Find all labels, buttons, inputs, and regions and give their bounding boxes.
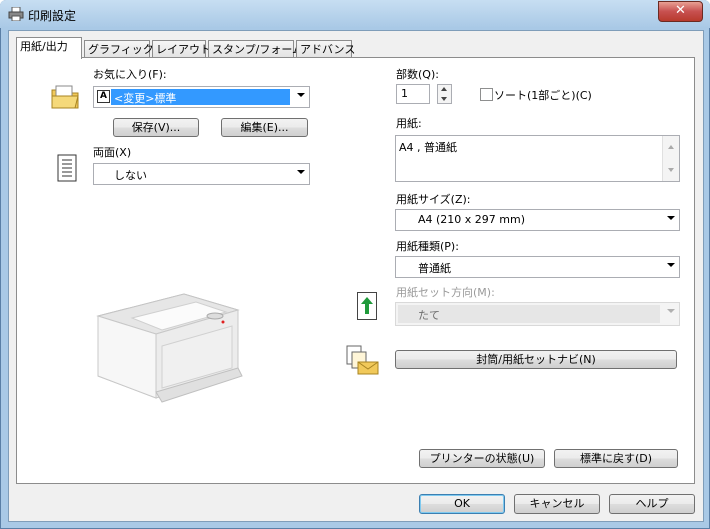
chevron-down-icon (297, 170, 305, 174)
tab-graphics[interactable]: グラフィックス (84, 40, 164, 57)
spin-up-icon[interactable] (441, 87, 447, 91)
copies-spinner[interactable] (437, 84, 452, 104)
duplex-value: しない (114, 169, 147, 182)
paper-summary-value: A4 , 普通紙 (399, 141, 458, 154)
folder-icon (50, 84, 80, 113)
paper-summary-label: 用紙: (396, 117, 422, 130)
chevron-down-icon (667, 263, 675, 267)
duplex-label: 両面(X) (93, 146, 132, 159)
close-button[interactable]: ✕ (658, 1, 703, 22)
up-arrow-icon (357, 292, 377, 320)
favorites-label: お気に入り(F): (93, 68, 167, 81)
title-bar (0, 0, 710, 28)
paper-type-value: 普通紙 (418, 262, 451, 275)
paper-size-value: A4 (210 x 297 mm) (418, 213, 526, 226)
envelope-nav-button[interactable]: 封筒/用紙セットナビ(N) (395, 350, 677, 369)
copies-input[interactable]: 1 (396, 84, 430, 104)
paper-orientation-dropdown: たて (395, 302, 680, 326)
save-button[interactable]: 保存(V)... (113, 118, 199, 137)
chevron-down-icon (297, 93, 305, 97)
favorites-dropdown[interactable]: A <変更>標準 (93, 86, 310, 108)
paper-summary-box: A4 , 普通紙 (395, 135, 680, 182)
help-button[interactable]: ヘルプ (609, 494, 695, 514)
scroll-up-icon[interactable] (668, 145, 674, 149)
copies-label: 部数(Q): (396, 68, 439, 81)
favorites-value: <変更>標準 (114, 92, 177, 105)
printer-illustration (92, 288, 244, 407)
collate-checkbox[interactable] (480, 88, 493, 101)
tab-advanced[interactable]: アドバンス (296, 40, 355, 57)
chevron-down-icon (667, 216, 675, 220)
paper-orientation-value: たて (418, 309, 440, 322)
tab-stamp-form[interactable]: スタンプ/フォーム (208, 40, 303, 57)
printer-status-button[interactable]: プリンターの状態(U) (419, 449, 545, 468)
edit-button[interactable]: 編集(E)... (221, 118, 308, 137)
printer-icon (8, 6, 24, 22)
paper-orientation-label: 用紙セット方向(M): (396, 286, 495, 299)
scroll-down-icon[interactable] (668, 168, 674, 172)
favorite-icon: A (97, 90, 110, 103)
duplex-dropdown[interactable]: しない (93, 163, 310, 185)
collate-label: ソート(1部ごと)(C) (494, 89, 592, 102)
duplex-icon (56, 154, 78, 185)
paper-size-dropdown[interactable]: A4 (210 x 297 mm) (395, 209, 680, 231)
spin-down-icon[interactable] (441, 97, 447, 101)
tab-paper-output[interactable]: 用紙/出力 (16, 37, 82, 59)
restore-defaults-button[interactable]: 標準に戻す(D) (554, 449, 678, 468)
tab-strip: 用紙/出力 グラフィックス レイアウト スタンプ/フォーム アドバンス (16, 37, 356, 59)
envelope-icon (346, 344, 380, 379)
cancel-button[interactable]: キャンセル (514, 494, 600, 514)
scrollbar[interactable] (662, 136, 679, 181)
paper-type-label: 用紙種類(P): (396, 240, 459, 253)
paper-size-label: 用紙サイズ(Z): (396, 193, 471, 206)
chevron-down-icon (667, 309, 675, 313)
window-title: 印刷設定 (28, 9, 77, 23)
ok-button[interactable]: OK (419, 494, 505, 514)
tab-layout[interactable]: レイアウト (152, 40, 211, 57)
paper-type-dropdown[interactable]: 普通紙 (395, 256, 680, 278)
